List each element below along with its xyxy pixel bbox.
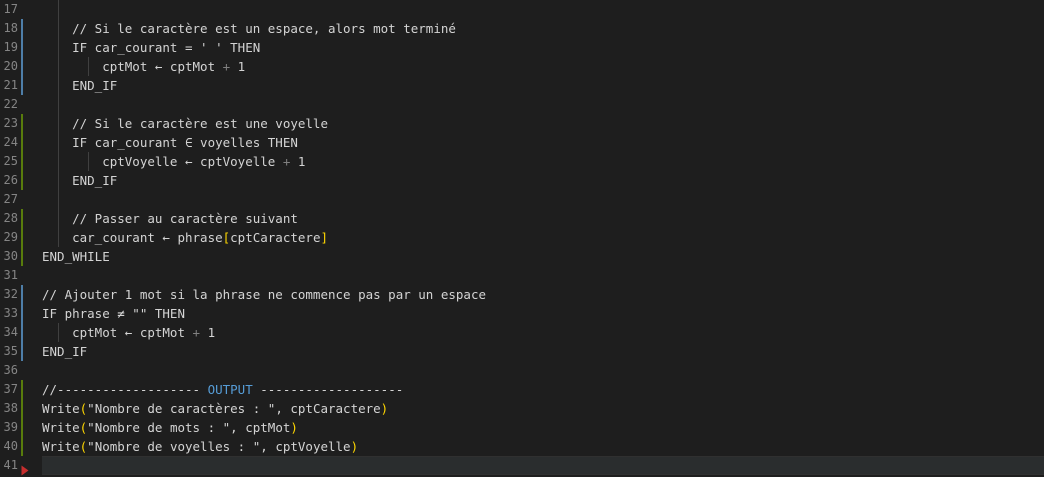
code-text: IF car_courant = ' ' THEN [42, 40, 261, 55]
line-number[interactable]: 21 [0, 76, 18, 95]
code-line[interactable]: 18 // Si le caractère est un espace, alo… [0, 19, 1044, 38]
added-line-indicator[interactable] [21, 247, 23, 266]
line-number[interactable]: 19 [0, 38, 18, 57]
line-number[interactable]: 34 [0, 323, 18, 342]
line-number[interactable]: 17 [0, 0, 18, 19]
code-line[interactable]: 21 END_IF [0, 76, 1044, 95]
line-number[interactable]: 36 [0, 361, 18, 380]
code-line[interactable]: 23 // Si le caractère est une voyelle [0, 114, 1044, 133]
code-text: END_IF [42, 78, 118, 93]
modified-line-indicator[interactable] [21, 323, 23, 342]
modified-line-indicator[interactable] [21, 304, 23, 323]
code-line[interactable]: 32 // Ajouter 1 mot si la phrase ne comme… [0, 285, 1044, 304]
code-line[interactable]: 27 [0, 190, 1044, 209]
line-number[interactable]: 23 [0, 114, 18, 133]
code-line[interactable]: 30 END_WHILE [0, 247, 1044, 266]
code-text: END_WHILE [42, 249, 110, 264]
code-text: cptVoyelle ← cptVoyelle + 1 [42, 154, 306, 169]
added-line-indicator[interactable] [21, 114, 23, 133]
line-number[interactable]: 28 [0, 209, 18, 228]
code-text: // Si le caractère est une voyelle [42, 116, 328, 131]
code-text: // Si le caractère est un espace, alors … [42, 21, 456, 36]
current-line-highlight [42, 456, 1044, 475]
line-number[interactable]: 41 [0, 456, 18, 475]
added-line-indicator[interactable] [21, 209, 23, 228]
code-line[interactable]: 39 Write("Nombre de mots : ", cptMot) [0, 418, 1044, 437]
line-number[interactable]: 24 [0, 133, 18, 152]
modified-line-indicator[interactable] [21, 76, 23, 95]
line-number[interactable]: 40 [0, 437, 18, 456]
line-number[interactable]: 32 [0, 285, 18, 304]
code-text: cptMot ← cptMot + 1 [42, 325, 216, 340]
modified-line-indicator[interactable] [21, 285, 23, 304]
code-line[interactable]: 40 Write("Nombre de voyelles : ", cptVoye… [0, 437, 1044, 456]
indent-guide [58, 190, 59, 209]
code-text: cptMot ← cptMot + 1 [42, 59, 246, 74]
line-number[interactable]: 27 [0, 190, 18, 209]
code-line[interactable]: 20 cptMot ← cptMot + 1 [0, 57, 1044, 76]
added-line-indicator[interactable] [21, 152, 23, 171]
indent-guide [58, 95, 59, 114]
modified-line-indicator[interactable] [21, 342, 23, 361]
code-line[interactable]: 36 [0, 361, 1044, 380]
added-line-indicator[interactable] [21, 133, 23, 152]
code-text: car_courant ← phrase[cptCaractere] [42, 230, 328, 245]
line-number[interactable]: 22 [0, 95, 18, 114]
code-line[interactable]: 34 cptMot ← cptMot + 1 [0, 323, 1044, 342]
code-text: Write("Nombre de mots : ", cptMot) [42, 420, 298, 435]
modified-line-indicator[interactable] [21, 38, 23, 57]
code-line[interactable]: 22 [0, 95, 1044, 114]
code-text: // Passer au caractère suivant [42, 211, 298, 226]
code-line[interactable]: 33 IF phrase ≠ "" THEN [0, 304, 1044, 323]
code-line[interactable]: 35 END_IF [0, 342, 1044, 361]
line-number[interactable]: 31 [0, 266, 18, 285]
modified-line-indicator[interactable] [21, 57, 23, 76]
code-line[interactable]: 25 cptVoyelle ← cptVoyelle + 1 [0, 152, 1044, 171]
code-text: IF phrase ≠ "" THEN [42, 306, 185, 321]
line-number[interactable]: 29 [0, 228, 18, 247]
line-number[interactable]: 30 [0, 247, 18, 266]
line-number[interactable]: 39 [0, 418, 18, 437]
line-number[interactable]: 35 [0, 342, 18, 361]
code-line[interactable]: 26 END_IF [0, 171, 1044, 190]
added-line-indicator[interactable] [21, 437, 23, 456]
code-line[interactable]: 19 IF car_courant = ' ' THEN [0, 38, 1044, 57]
line-number[interactable]: 38 [0, 399, 18, 418]
code-line[interactable]: 41 [0, 456, 1044, 475]
indent-guide [58, 0, 59, 19]
code-text: Write("Nombre de caractères : ", cptCara… [42, 401, 389, 416]
code-text: END_IF [42, 173, 118, 188]
code-line[interactable]: 17 [0, 0, 1044, 19]
code-text: END_IF [42, 344, 88, 359]
code-line[interactable]: 37 //------------------- OUTPUT ---------… [0, 380, 1044, 399]
code-line[interactable]: 29 car_courant ← phrase[cptCaractere] [0, 228, 1044, 247]
added-line-indicator[interactable] [21, 418, 23, 437]
modified-line-indicator[interactable] [21, 19, 23, 38]
code-line[interactable]: 28 // Passer au caractère suivant [0, 209, 1044, 228]
code-line[interactable]: 24 IF car_courant ∈ voyelles THEN [0, 133, 1044, 152]
deleted-lines-marker-icon[interactable] [21, 465, 29, 476]
added-line-indicator[interactable] [21, 171, 23, 190]
line-number[interactable]: 25 [0, 152, 18, 171]
code-text: // Ajouter 1 mot si la phrase ne commenc… [42, 287, 487, 302]
line-number[interactable]: 20 [0, 57, 18, 76]
code-text: //------------------- OUTPUT -----------… [42, 382, 404, 397]
added-line-indicator[interactable] [21, 380, 23, 399]
added-line-indicator[interactable] [21, 228, 23, 247]
line-number[interactable]: 33 [0, 304, 18, 323]
code-editor[interactable]: 17 18 // Si le caractère est un espace, a… [0, 0, 1044, 477]
line-number[interactable]: 37 [0, 380, 18, 399]
added-line-indicator[interactable] [21, 399, 23, 418]
line-number[interactable]: 26 [0, 171, 18, 190]
code-line[interactable]: 31 [0, 266, 1044, 285]
code-text: IF car_courant ∈ voyelles THEN [42, 135, 298, 150]
code-text: Write("Nombre de voyelles : ", cptVoyell… [42, 439, 359, 454]
line-number[interactable]: 18 [0, 19, 18, 38]
code-line[interactable]: 38 Write("Nombre de caractères : ", cptCa… [0, 399, 1044, 418]
